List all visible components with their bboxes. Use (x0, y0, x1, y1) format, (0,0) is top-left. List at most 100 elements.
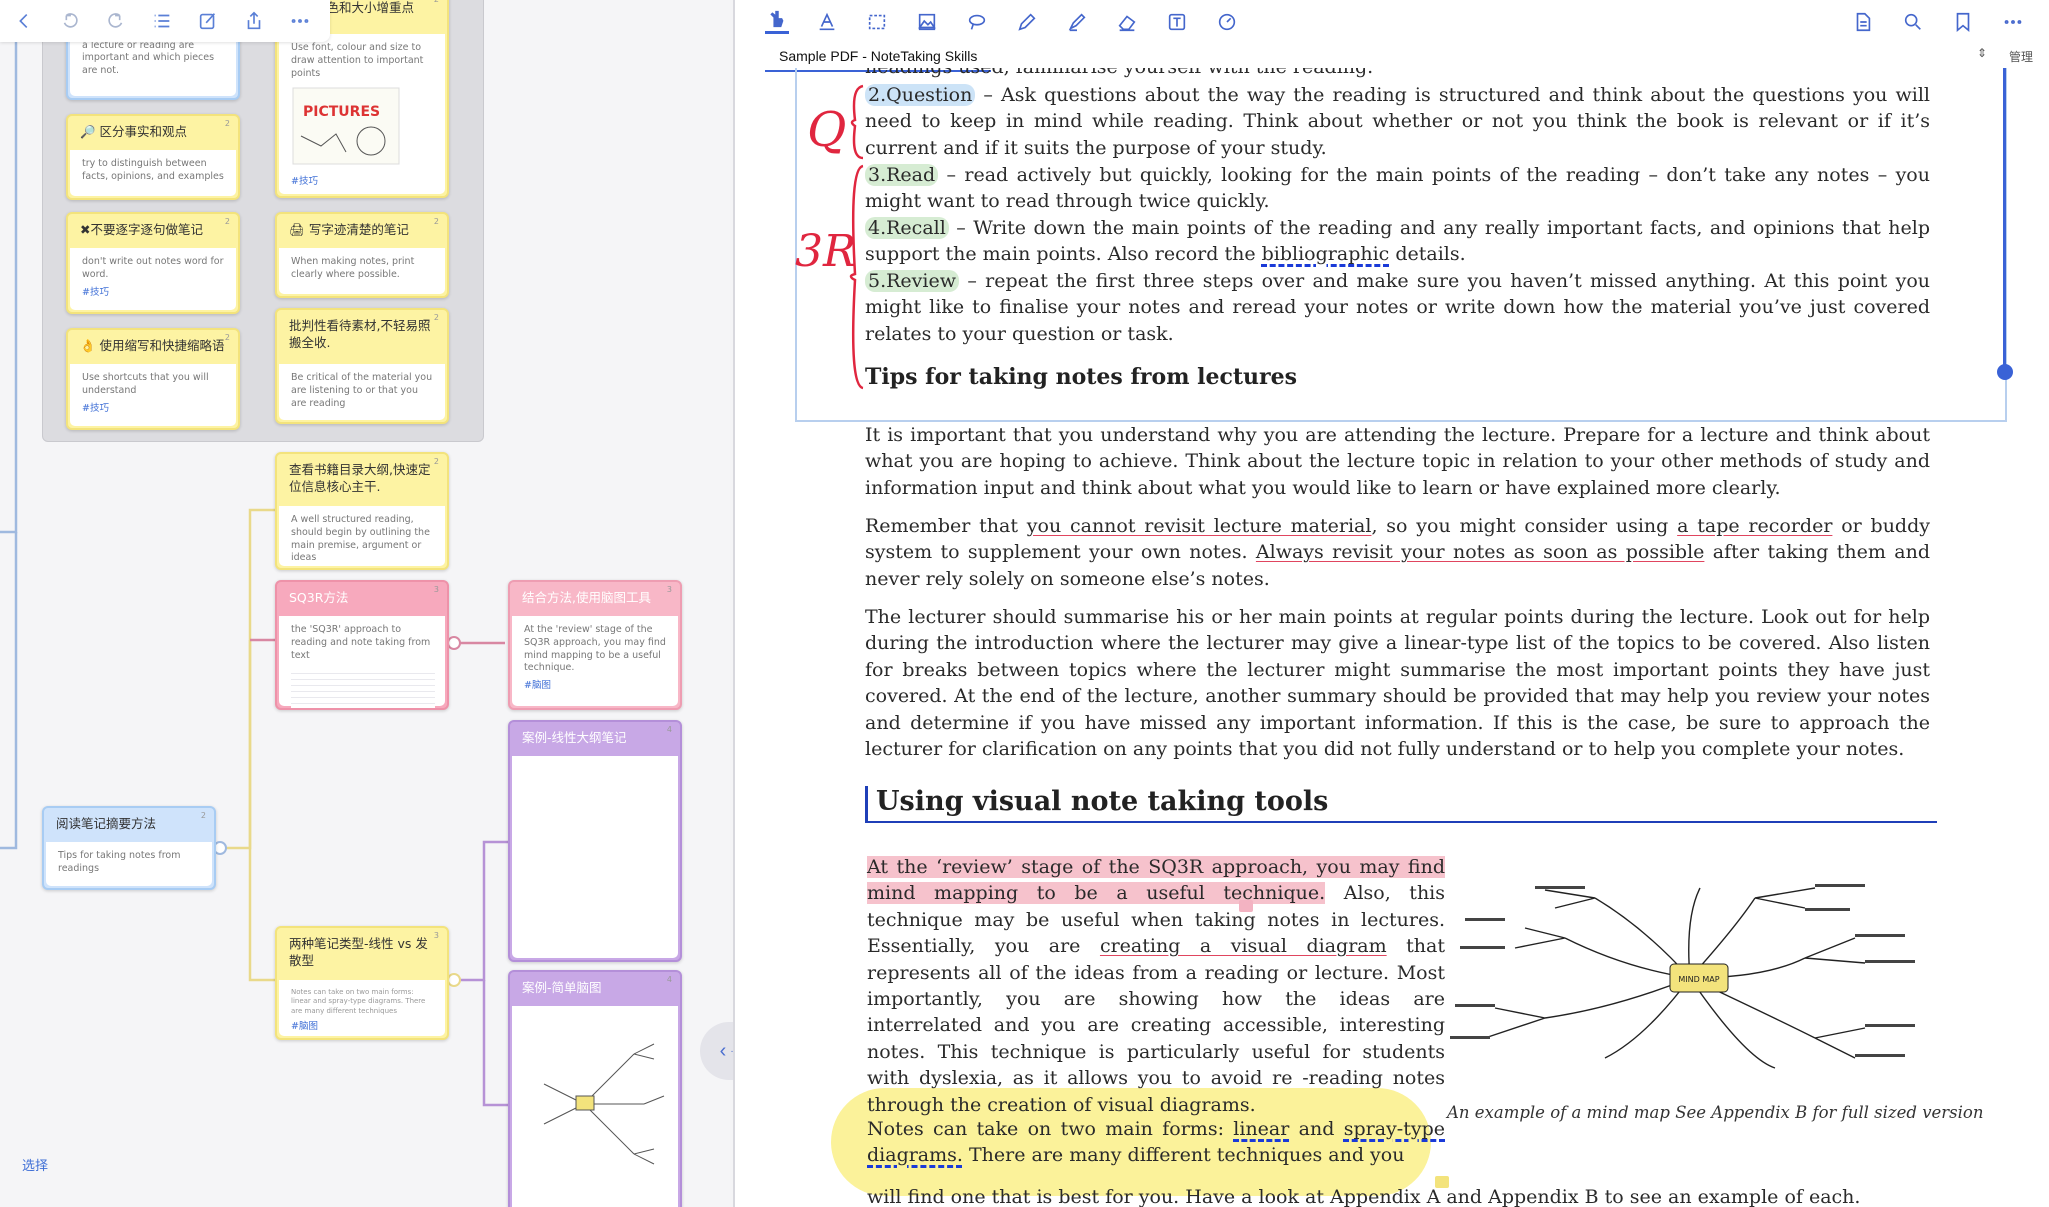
handwritten-brace-3r (849, 164, 864, 390)
hand-icon[interactable] (765, 10, 789, 34)
card-desc: Use shortcuts that you will understand (82, 372, 209, 396)
card-desc: Notes can take on two main forms: linear… (291, 988, 426, 1015)
pdf-page[interactable]: headings used, familiarise yourself with… (735, 68, 2049, 1207)
card-tag[interactable]: #技巧 (291, 176, 435, 189)
underline-visual-diagram[interactable]: creating a visual diagram (1100, 935, 1387, 957)
card-desc: When making notes, print clearly where p… (279, 248, 445, 294)
card-title: 👌 使用缩写和快捷缩略语 (80, 338, 225, 353)
sq3r-review: 5.Review – repeat the first three steps … (865, 268, 1930, 347)
card-number: 2 (433, 457, 439, 466)
selection-scroll-bar[interactable] (2003, 68, 2006, 376)
textbox-icon[interactable] (1165, 10, 1189, 34)
card-tag[interactable]: #脑图 (524, 680, 668, 693)
bookmark-icon[interactable] (1951, 10, 1975, 34)
underline-revisit[interactable]: you cannot revisit lecture material (1027, 515, 1372, 537)
more-icon[interactable] (288, 9, 312, 33)
undo-icon[interactable] (58, 9, 82, 33)
card-desc: At the 'review' stage of the SQ3R approa… (524, 624, 666, 674)
selection-handle[interactable] (1997, 364, 2013, 380)
highlighter-icon[interactable] (1065, 10, 1089, 34)
card-body: don't write out notes word for word. #技巧 (70, 248, 236, 310)
card-body: the 'SQ3R' approach to reading and note … (279, 616, 445, 708)
ruler-icon[interactable] (1215, 10, 1239, 34)
para5-text-c: There are many different techniques and … (962, 1144, 1405, 1167)
mindmap-card-sq3r[interactable]: SQ3R方法 the 'SQ3R' approach to reading an… (275, 580, 449, 710)
mindmap-card-example-mindmap[interactable]: 案例-简单脑图 4 (508, 970, 682, 1207)
card-number: 2 (433, 313, 439, 322)
redo-icon[interactable] (104, 9, 128, 33)
card-number: 2 (224, 333, 230, 342)
card-title: 查看书籍目录大纲,快速定位信息核心主干. (289, 462, 431, 494)
rect-select-icon[interactable] (865, 10, 889, 34)
note-marker-icon[interactable] (1239, 900, 1253, 912)
lasso-icon[interactable] (965, 10, 989, 34)
more-icon[interactable] (2001, 10, 2025, 34)
pdf-excerpt-thumbnail (291, 668, 435, 708)
mindmap-card-no-verbatim[interactable]: ✖不要逐字逐句做笔记 don't write out notes word fo… (66, 212, 240, 314)
sq3r-recall: 4.Recall – Write down the main points of… (865, 215, 1930, 268)
card-number: 4 (666, 725, 672, 734)
recall-label: 4.Recall (865, 217, 949, 239)
card-number: 2 (434, 0, 439, 4)
eraser-icon[interactable] (1115, 10, 1139, 34)
handwritten-q: Q (807, 102, 847, 158)
underline-tape-recorder[interactable]: a tape recorder (1677, 515, 1832, 537)
card-title: 两种笔记类型-线性 vs 发散型 (289, 936, 428, 968)
image-select-icon[interactable] (915, 10, 939, 34)
manage-button[interactable]: 管理 (2009, 48, 2033, 65)
select-mode-label[interactable]: 选择 (22, 1155, 48, 1174)
mindmap-card-print-clearly[interactable]: 🖨 写字迹清楚的笔记 When making notes, print clea… (275, 212, 449, 298)
card-title: 案例-线性大纲笔记 (522, 730, 627, 745)
mindmap-card-shortcuts[interactable]: 👌 使用缩写和快捷缩略语 Use shortcuts that you will… (66, 328, 240, 430)
mindmap-root-card[interactable]: 阅读笔记摘要方法 Tips for taking notes from read… (42, 806, 216, 890)
pen-icon[interactable] (1015, 10, 1039, 34)
visual-paragraph-2: Notes can take on two main forms: linear… (867, 1116, 1445, 1169)
mindmap-pane[interactable]: It is important to determine which piece… (0, 0, 730, 1207)
mindmap-card-critical[interactable]: 批判性看待素材,不轻易照搬全收. Be critical of the mate… (275, 308, 449, 424)
card-desc: try to distinguish between facts, opinio… (70, 150, 236, 196)
underline-linear[interactable]: linear (1233, 1118, 1289, 1140)
mindmap-card-outline[interactable]: 查看书籍目录大纲,快速定位信息核心主干. A well structured r… (275, 452, 449, 570)
mindmap-toolbar (0, 0, 330, 42)
mindmap-card-note-types[interactable]: 两种笔记类型-线性 vs 发散型 Notes can take on two m… (275, 926, 449, 1040)
card-title: SQ3R方法 (289, 590, 349, 605)
text-highlight-icon[interactable] (815, 10, 839, 34)
card-number: 4 (666, 975, 672, 984)
card-desc: don't write out notes word for word. (82, 256, 224, 280)
list-icon[interactable] (150, 9, 174, 33)
card-tag[interactable]: #技巧 (82, 403, 226, 416)
card-body: Use font, colour and size to draw attent… (279, 34, 445, 194)
top-partial-line: headings used, familiarise yourself with… (865, 68, 1930, 80)
card-title: 阅读笔记摘要方法 (56, 816, 157, 831)
card-title: 🔎 区分事实和观点 (80, 124, 188, 139)
tips-heading: Tips for taking notes from lectures (865, 364, 1298, 390)
chevron-left-icon: ‹ (719, 1039, 727, 1062)
mindmap-card-example-linear[interactable]: 案例-线性大纲笔记 4 (508, 720, 682, 962)
para2-text-a: Remember that (865, 515, 1027, 537)
card-number: 2 (200, 811, 206, 820)
underline-always-revisit[interactable]: Always revisit your notes as soon as pos… (1256, 541, 1704, 563)
lecture-paragraph-2: Remember that you cannot revisit lecture… (865, 513, 1930, 592)
document-icon[interactable] (1851, 10, 1875, 34)
card-number: 3 (433, 931, 439, 940)
edit-icon[interactable] (196, 9, 220, 33)
card-desc: Tips for taking notes from readings (46, 842, 212, 886)
search-icon[interactable] (1901, 10, 1925, 34)
back-icon[interactable] (12, 9, 36, 33)
mindmap-card-combine[interactable]: 结合方法,使用脑图工具 At the 'review' stage of the… (508, 580, 682, 710)
sort-updown-icon[interactable]: ⇕ (1977, 46, 1987, 60)
card-body (512, 1006, 678, 1207)
card-tag[interactable]: #脑图 (291, 1021, 435, 1034)
card-tag[interactable]: #技巧 (82, 287, 226, 300)
mindmap-card-facts-opinions[interactable]: 🔎 区分事实和观点 try to distinguish between fac… (66, 114, 240, 200)
bibliographic-underline[interactable]: bibliographic (1262, 243, 1390, 265)
para5-text-a: Notes can take on two main forms: (867, 1118, 1234, 1140)
note-marker-icon[interactable] (1435, 1176, 1449, 1188)
card-body: At the 'review' stage of the SQ3R approa… (512, 616, 678, 706)
lecture-paragraph-1: It is important that you understand why … (865, 424, 1930, 499)
linear-notes-thumbnail (512, 756, 678, 958)
share-icon[interactable] (242, 9, 266, 33)
read-label: 3.Read (865, 164, 939, 186)
pdf-pane[interactable]: Sample PDF - NoteTaking Skills ⇕ 管理 head… (733, 0, 2049, 1207)
mindmap-thumbnail (543, 1043, 665, 1165)
